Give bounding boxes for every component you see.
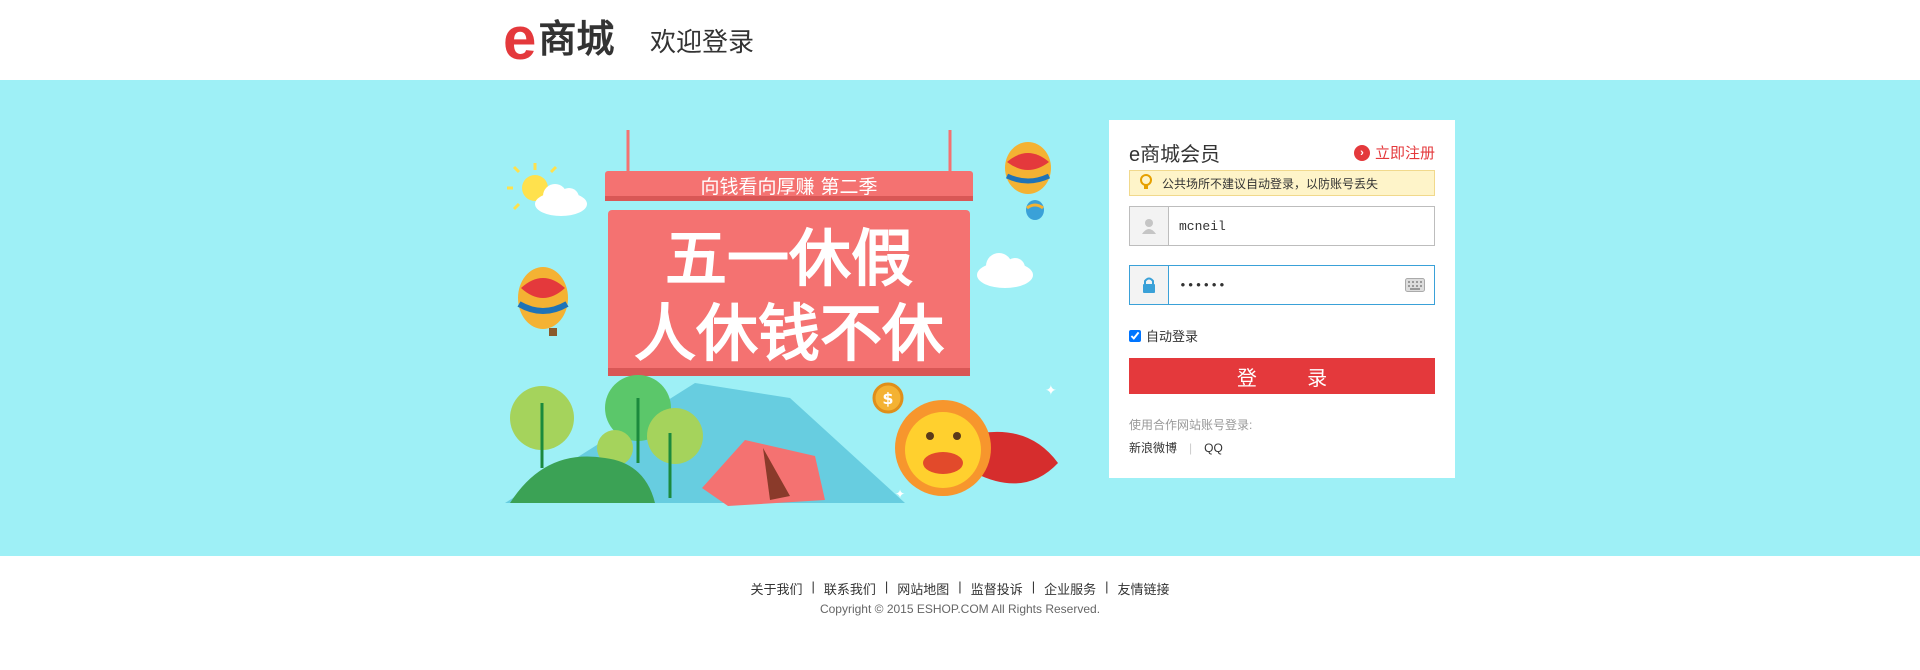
partner-links: 新浪微博 | QQ xyxy=(1129,439,1223,456)
auto-login-option[interactable]: 自动登录 xyxy=(1129,326,1198,345)
partner-login-label: 使用合作网站账号登录: xyxy=(1129,418,1253,432)
login-button[interactable]: 登 录 xyxy=(1129,358,1435,394)
footer-link-contact[interactable]: 联系我们 xyxy=(824,579,876,598)
header: e 商城 欢迎登录 xyxy=(0,0,1920,80)
hot-air-balloon-icon xyxy=(1005,142,1051,220)
site-logo[interactable]: e 商城 xyxy=(503,5,615,72)
footer-link-sitemap[interactable]: 网站地图 xyxy=(897,579,949,598)
password-field xyxy=(1129,265,1435,305)
svg-text:✦: ✦ xyxy=(895,487,905,501)
footer-link-about[interactable]: 关于我们 xyxy=(750,579,802,598)
notice-text: 公共场所不建议自动登录，以防账号丢失 xyxy=(1162,176,1379,191)
promo-illustration: 向钱看向厚赚 第二季 五一休假 人休钱不休 $ ✦ ✦ xyxy=(505,130,1058,506)
promo-headline-2: 人休钱不休 xyxy=(634,297,945,370)
copyright: Copyright © 2015 ESHOP.COM All Rights Re… xyxy=(819,602,1101,616)
logo-e: e xyxy=(503,5,537,72)
logo-text: 商城 xyxy=(538,17,615,61)
register-label: 立即注册 xyxy=(1374,145,1435,162)
auto-login-checkbox[interactable] xyxy=(1129,329,1141,342)
keyboard-icon[interactable] xyxy=(1402,266,1428,304)
coin-icon: $ xyxy=(872,382,904,414)
username-input[interactable] xyxy=(1169,207,1434,245)
auto-login-label: 自动登录 xyxy=(1146,329,1199,344)
svg-text:$: $ xyxy=(882,389,893,408)
sun-mascot-icon xyxy=(895,400,1058,496)
login-panel: e商城会员 › 立即注册 公共场所不建议自动登录，以防账号丢失 自动登录 登 录… xyxy=(1109,120,1455,478)
footer-links: 关于我们 | 联系我们 | 网站地图 | 监督投诉 | 企业服务 | 友情链接 xyxy=(750,579,1170,598)
footer-link-friends[interactable]: 友情链接 xyxy=(1118,579,1170,598)
svg-text:✦: ✦ xyxy=(1045,382,1057,398)
cloud-icon xyxy=(977,253,1033,288)
chevron-right-icon: › xyxy=(1353,144,1370,161)
qq-login-link[interactable]: QQ xyxy=(1204,441,1223,455)
register-link[interactable]: › 立即注册 xyxy=(1353,142,1435,163)
footer-link-complaints[interactable]: 监督投诉 xyxy=(971,579,1023,598)
lock-icon xyxy=(1130,266,1169,304)
footer: 关于我们 | 联系我们 | 网站地图 | 监督投诉 | 企业服务 | 友情链接 … xyxy=(0,556,1920,670)
user-icon xyxy=(1130,207,1169,245)
security-notice: 公共场所不建议自动登录，以防账号丢失 xyxy=(1129,170,1435,196)
promo-sign-title: 向钱看向厚赚 第二季 xyxy=(700,176,877,198)
weibo-login-link[interactable]: 新浪微博 xyxy=(1129,439,1177,456)
password-input[interactable] xyxy=(1169,266,1402,304)
username-field xyxy=(1129,206,1435,246)
welcome-title: 欢迎登录 xyxy=(650,27,755,57)
lightbulb-icon xyxy=(1130,173,1162,193)
promo-headline-1: 五一休假 xyxy=(665,222,913,295)
hot-air-balloon-icon xyxy=(517,267,569,336)
login-title: e商城会员 xyxy=(1129,144,1221,166)
footer-link-enterprise[interactable]: 企业服务 xyxy=(1044,579,1096,598)
